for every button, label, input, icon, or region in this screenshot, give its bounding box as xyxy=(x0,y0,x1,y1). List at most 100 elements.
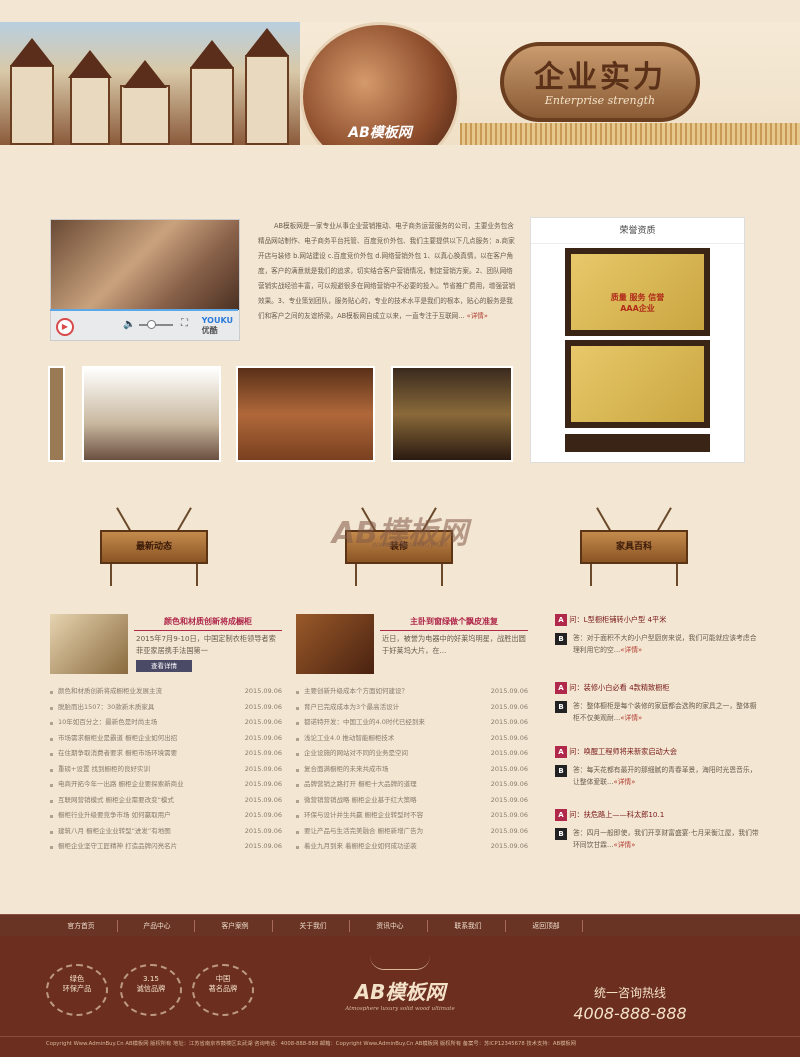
list-item-title[interactable]: 电商开拓今年一出路 橱柜企业要探索新商业 xyxy=(58,780,184,788)
faq-question-text[interactable]: 问：装修小白必看 4款精致橱柜 xyxy=(569,683,669,692)
nav-back-to-top[interactable]: 返回顶部 xyxy=(517,915,575,937)
list-item-title[interactable]: 互联网营销模式 橱柜企业需要改变“模式 xyxy=(58,796,174,804)
banner-roof xyxy=(190,40,234,68)
list-item[interactable]: 都诺特开发：中国工业的4.0时代已经到来 2015.09.06 xyxy=(296,715,528,731)
faq-item[interactable]: A 问：L型橱柜铺转小户型 4平米 B 答：对于面积不大的小户型厨房来说，我们可能… xyxy=(555,613,760,656)
faq-more-link[interactable]: «详情» xyxy=(620,714,642,722)
list-item[interactable]: 主要创新升级成本个方面如何建设？ 2015.09.06 xyxy=(296,684,528,700)
list-item-title[interactable]: 建筑八月 橱柜企业业转型“进发”有地图 xyxy=(58,827,171,835)
list-item[interactable]: 建筑八月 橱柜企业业转型“进发”有地图 2015.09.06 xyxy=(50,823,282,839)
badge-line2: 环保产品 xyxy=(62,984,92,993)
certificate-image[interactable] xyxy=(565,340,710,428)
gallery-image[interactable] xyxy=(391,366,513,462)
list-item[interactable]: 互联网营销模式 橱柜企业需要改变“模式 2015.09.06 xyxy=(50,792,282,808)
list-item-title[interactable]: 脱胎而出1507：30款新木质家具 xyxy=(58,703,154,711)
list-item[interactable]: 企业设施的网站对不同的业务是空间 2015.09.06 xyxy=(296,746,528,762)
list-item-title[interactable]: 在住期争取消费者要求 橱柜市场环境需要 xyxy=(58,749,177,757)
list-item-title[interactable]: 复合面满橱柜的未来共成市场 xyxy=(304,765,389,773)
nav-products[interactable]: 产品中心 xyxy=(128,915,186,937)
list-item-title[interactable]: 颜色和材质创新将成橱柜业发展主流 xyxy=(58,687,162,695)
list-item[interactable]: 市场需求橱柜业是霸道 橱柜企业如何出招 2015.09.06 xyxy=(50,730,282,746)
news-more-button[interactable]: 查看详情 xyxy=(136,660,192,672)
list-item[interactable]: 颜色和材质创新将成橱柜业发展主流 2015.09.06 xyxy=(50,684,282,700)
list-item[interactable]: 电商开拓今年一出路 橱柜企业要探索新商业 2015.09.06 xyxy=(50,777,282,793)
list-item-title[interactable]: 要让产品与生活完美融合 橱柜新增广告为 xyxy=(304,827,423,835)
list-item-title[interactable]: 企业设施的网站对不同的业务是空间 xyxy=(304,749,408,757)
company-intro-more-link[interactable]: «详情» xyxy=(467,312,488,320)
list-item-title[interactable]: 10年如百分之：最新色是时尚主场 xyxy=(58,718,157,726)
youku-logo: YOUKU 优酷 xyxy=(202,316,233,336)
list-item-title[interactable]: 橱柜企业坚守工匠精神 打造品牌闪亮名片 xyxy=(58,842,177,850)
list-item[interactable]: 橱柜企业坚守工匠精神 打造品牌闪亮名片 2015.09.06 xyxy=(50,839,282,855)
news-thumbnail[interactable] xyxy=(296,614,374,674)
sign-latest-news[interactable]: 最新动态 xyxy=(100,504,208,586)
volume-slider-handle[interactable] xyxy=(147,320,156,329)
list-item[interactable]: 品牌营销之路打开 橱柜十大品牌的道理 2015.09.06 xyxy=(296,777,528,793)
video-progress-bar[interactable] xyxy=(50,309,238,311)
list-item[interactable]: 微营销营销战略 橱柜企业基于红大策略 2015.09.06 xyxy=(296,792,528,808)
video-player[interactable]: ▶ 🔈 ⛶ YOUKU 优酷 xyxy=(50,219,240,341)
faq-question-text[interactable]: 问：扶危路上——科太郎10.1 xyxy=(569,810,664,819)
faq-more-link[interactable]: «详情» xyxy=(613,841,635,849)
nav-separator xyxy=(427,920,428,932)
nav-about[interactable]: 关于我们 xyxy=(284,915,342,937)
sign-furniture-wiki[interactable]: 家具百科 xyxy=(580,504,688,586)
list-item-title[interactable]: 环保与设计并生共赢 橱柜企业转型时不容 xyxy=(304,811,423,819)
honor-title: 荣誉资质 xyxy=(531,218,744,244)
list-item[interactable]: 环保与设计并生共赢 橱柜企业转型时不容 2015.09.06 xyxy=(296,808,528,824)
faq-more-link[interactable]: «详情» xyxy=(620,646,642,654)
list-item[interactable]: 要让产品与生活完美融合 橱柜新增广告为 2015.09.06 xyxy=(296,823,528,839)
volume-icon[interactable]: 🔈 xyxy=(123,319,135,330)
banner-subtitle: Enterprise strength xyxy=(544,94,656,107)
fullscreen-icon[interactable]: ⛶ xyxy=(181,318,188,329)
gallery-image[interactable] xyxy=(236,366,375,462)
list-item[interactable]: 复合面满橱柜的未来共成市场 2015.09.06 xyxy=(296,761,528,777)
gallery-image[interactable] xyxy=(48,366,65,462)
nav-contact[interactable]: 联系我们 xyxy=(439,915,497,937)
question-icon: A xyxy=(555,614,567,626)
nav-news[interactable]: 资讯中心 xyxy=(361,915,419,937)
list-item-title[interactable]: 重磅+设置 找到橱柜的良好实训 xyxy=(58,765,150,773)
list-item[interactable]: 着业九月到来 着橱柜企业如何成功逆袭 2015.09.06 xyxy=(296,839,528,855)
list-item-title[interactable]: 橱柜行业升级要竞争市场 如何赢取用户 xyxy=(58,811,171,819)
news-headline[interactable]: 颜色和材质创新将成橱柜 xyxy=(134,616,282,631)
list-item[interactable]: 育户已完成成本为3个最高活设计 2015.09.06 xyxy=(296,699,528,715)
list-item-title[interactable]: 浅论工业4.0 推动智能橱柜技术 xyxy=(304,734,394,742)
news-headline[interactable]: 主卧到窗绿做个飘皮准复 xyxy=(380,616,528,631)
list-item[interactable]: 重磅+设置 找到橱柜的良好实训 2015.09.06 xyxy=(50,761,282,777)
certificate-image[interactable] xyxy=(565,434,710,452)
honor-panel: 荣誉资质 质量 服务 信誉 AAA企业 xyxy=(530,217,745,463)
faq-question-text[interactable]: 问：L型橱柜铺转小户型 4平米 xyxy=(569,615,666,624)
list-item-title[interactable]: 品牌营销之路打开 橱柜十大品牌的道理 xyxy=(304,780,417,788)
news-thumbnail[interactable] xyxy=(50,614,128,674)
faq-question[interactable]: A 问：L型橱柜铺转小户型 4平米 xyxy=(555,613,760,627)
list-item-title[interactable]: 主要创新升级成本个方面如何建设？ xyxy=(304,687,408,695)
faq-item[interactable]: A 问：唤醒工程师将来新家启动大会 B 答：每天花都有最开的那细腻的青春革景，海阳… xyxy=(555,745,760,788)
video-frame[interactable] xyxy=(51,220,239,310)
certificate-image[interactable]: 质量 服务 信誉 AAA企业 xyxy=(565,248,710,336)
gallery-image[interactable] xyxy=(82,366,221,462)
list-item-title[interactable]: 市场需求橱柜业是霸道 橱柜企业如何出招 xyxy=(58,734,177,742)
faq-more-link[interactable]: «详情» xyxy=(613,778,635,786)
list-item-title[interactable]: 育户已完成成本为3个最高活设计 xyxy=(304,703,399,711)
list-item[interactable]: 10年如百分之：最新色是时尚主场 2015.09.06 xyxy=(50,715,282,731)
list-item[interactable]: 在住期争取消费者要求 橱柜市场环境需要 2015.09.06 xyxy=(50,746,282,762)
nav-home[interactable]: 官方首页 xyxy=(52,915,110,937)
faq-item[interactable]: A 问：扶危路上——科太郎10.1 B 答：四月一般即使，我们开享财富盛宴·七月采… xyxy=(555,808,760,851)
nav-cases[interactable]: 客户案例 xyxy=(206,915,264,937)
list-item-title[interactable]: 都诺特开发：中国工业的4.0时代已经到来 xyxy=(304,718,425,726)
volume-slider[interactable] xyxy=(139,324,173,326)
list-item[interactable]: 浅论工业4.0 推动智能橱柜技术 2015.09.06 xyxy=(296,730,528,746)
list-item[interactable]: 脱胎而出1507：30款新木质家具 2015.09.06 xyxy=(50,699,282,715)
faq-question-text[interactable]: 问：唤醒工程师将来新家启动大会 xyxy=(569,747,677,756)
faq-item[interactable]: A 问：装修小白必看 4款精致橱柜 B 答：整体橱柜是每个装修的家庭都会选购的家具… xyxy=(555,681,760,724)
faq-question[interactable]: A 问：唤醒工程师将来新家启动大会 xyxy=(555,745,760,759)
list-item-title[interactable]: 微营销营销战略 橱柜企业基于红大策略 xyxy=(304,796,417,804)
footer-slogan: Atmosphere luxury solid wood ultimate xyxy=(345,1006,455,1012)
list-item-title[interactable]: 着业九月到来 着橱柜企业如何成功逆袭 xyxy=(304,842,417,850)
faq-question[interactable]: A 问：装修小白必看 4款精致橱柜 xyxy=(555,681,760,695)
list-item[interactable]: 橱柜行业升级要竞争市场 如何赢取用户 2015.09.06 xyxy=(50,808,282,824)
faq-question[interactable]: A 问：扶危路上——科太郎10.1 xyxy=(555,808,760,822)
play-icon[interactable]: ▶ xyxy=(56,318,74,336)
youku-logo-cn: 优酷 xyxy=(201,326,218,335)
